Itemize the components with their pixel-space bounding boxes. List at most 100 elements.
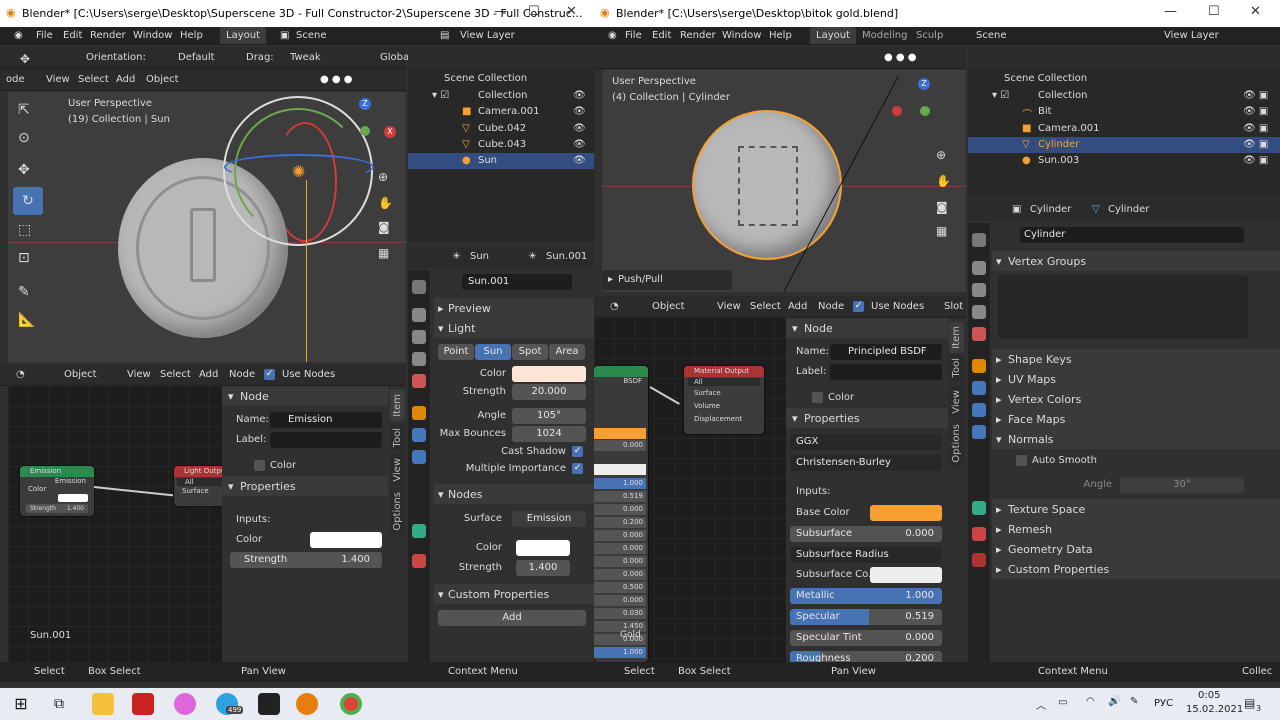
app-red-icon[interactable] <box>132 693 154 715</box>
light-panel[interactable]: ▾ Light <box>434 318 594 338</box>
move-tool-icon[interactable]: ✥ <box>20 52 30 66</box>
scene-tab-icon[interactable] <box>412 374 426 388</box>
viewport-menu-view[interactable]: View <box>46 74 70 85</box>
pan-hand-icon[interactable]: ✋ <box>936 174 951 188</box>
cast-shadow-checkbox[interactable]: ✓ <box>572 446 583 457</box>
measure-tool-icon[interactable]: 📐 <box>18 312 35 328</box>
scene-name[interactable]: Scene <box>976 30 1007 41</box>
view-layer-name[interactable]: View Layer <box>460 30 515 41</box>
material-output-target[interactable]: All <box>688 378 760 386</box>
mesh-data-tab-icon[interactable] <box>972 501 986 515</box>
axis-y-icon[interactable] <box>920 106 930 116</box>
outliner-row[interactable]: ⌒ Bit 👁 ▣ <box>968 104 1280 121</box>
node-label-field[interactable] <box>270 432 382 448</box>
subsurface-field[interactable]: Subsurface 0.000 <box>790 526 942 542</box>
sidebar-tab-item[interactable]: Item <box>390 390 405 421</box>
outliner-row-selected[interactable]: ▽ Cylinder 👁 ▣ <box>968 137 1280 153</box>
editor-type-icon[interactable]: ◔ <box>610 301 619 312</box>
node-menu-select[interactable]: Select <box>750 301 781 312</box>
node-label-field[interactable] <box>830 364 942 380</box>
rotate-tool-icon[interactable]: ↻ <box>13 187 43 215</box>
sidebar-tab-tool[interactable]: Tool <box>949 354 964 382</box>
output-tab-icon[interactable] <box>972 283 986 297</box>
light-type-area[interactable]: Area <box>549 344 585 360</box>
transform-dropdown[interactable]: Globa <box>380 52 409 63</box>
visibility-eye-icon[interactable]: 👁 ▣ <box>1243 90 1268 101</box>
light-type-sun[interactable]: Sun <box>475 344 511 360</box>
bsdf-slot-0[interactable]: 0.000 <box>594 440 646 451</box>
bsdf-slot-11[interactable]: 0.030 <box>594 608 646 619</box>
slot-dropdown[interactable]: Slot <box>944 301 963 312</box>
shading-solid-icon[interactable]: ● ● ● <box>884 52 917 63</box>
viewport-menu-object[interactable]: Object <box>146 74 179 85</box>
bsdf-slot-8[interactable]: 0.000 <box>594 569 646 580</box>
base-color-swatch[interactable] <box>870 505 942 521</box>
clock-date[interactable]: 15.02.2021 <box>1186 704 1243 715</box>
node-menu-add[interactable]: Add <box>788 301 807 312</box>
principled-bsdf-node[interactable]: BSDF 0.000 1.000 0.519 0.000 0.200 0.000… <box>594 366 648 662</box>
menu-window[interactable]: Window <box>722 30 761 41</box>
texture-tab-icon[interactable] <box>972 553 986 567</box>
outliner-row[interactable]: ■ Camera.001 👁 <box>408 104 594 120</box>
base-color-swatch[interactable] <box>594 428 646 439</box>
world-tab-icon[interactable] <box>412 406 426 420</box>
preview-panel[interactable]: ▸ Preview <box>434 298 594 318</box>
axis-z-icon[interactable]: Z <box>918 78 930 90</box>
custom-properties-panel[interactable]: ▾ Custom Properties <box>434 584 594 604</box>
scene-icon[interactable]: ▣ <box>280 30 289 41</box>
light-color-swatch[interactable] <box>512 366 586 382</box>
node-menu-node[interactable]: Node <box>818 301 844 312</box>
left-3d-viewport[interactable]: User Perspective (19) Collection | Sun ✺… <box>8 92 406 362</box>
camera-view-icon[interactable]: ◙ <box>936 200 948 214</box>
menu-edit[interactable]: Edit <box>652 30 671 41</box>
shape-keys-panel[interactable]: ▸ Shape Keys <box>992 349 1280 369</box>
axis-y-icon[interactable] <box>360 126 370 136</box>
view-layer-name[interactable]: View Layer <box>1164 30 1219 41</box>
blender-menu-icon[interactable]: ◉ <box>608 30 617 41</box>
menu-edit[interactable]: Edit <box>63 30 82 41</box>
outliner-scene-collection[interactable]: Scene Collection <box>408 71 594 87</box>
network-icon[interactable]: ▭ <box>1058 697 1067 708</box>
menu-file[interactable]: File <box>36 30 53 41</box>
particles-tab-icon[interactable] <box>972 403 986 417</box>
edit-icon[interactable]: ✎ <box>1130 696 1138 707</box>
coin-object-selected[interactable] <box>692 110 842 260</box>
node-mode-dropdown[interactable]: Object <box>64 369 97 380</box>
view-layer-tab-icon[interactable] <box>972 305 986 319</box>
operator-panel[interactable]: ▸ Push/Pull <box>602 270 732 290</box>
light-data-tab-icon[interactable] <box>412 524 426 538</box>
emission-strength-field[interactable]: Strength 1.400 <box>26 504 88 513</box>
custom-properties-panel[interactable]: ▸ Custom Properties <box>992 559 1280 579</box>
outliner-row[interactable]: ▾ ☑ Collection 👁 <box>408 88 594 104</box>
light-strength-field[interactable]: 20.000 <box>512 384 586 400</box>
auto-smooth-angle-field[interactable]: 30° <box>1120 477 1244 493</box>
light-type-spot[interactable]: Spot <box>512 344 548 360</box>
auto-smooth-checkbox[interactable] <box>1016 455 1027 466</box>
modifier-tab-icon[interactable] <box>972 381 986 395</box>
editor-type-icon[interactable]: ◔ <box>16 369 25 380</box>
close-icon[interactable]: ✕ <box>566 4 577 19</box>
left-node-canvas[interactable]: Emission Emission Color Strength 1.400 L… <box>8 386 234 662</box>
move-tool-icon-2[interactable]: ✥ <box>18 162 30 178</box>
multiple-importance-checkbox[interactable]: ✓ <box>572 463 583 474</box>
shading-solid-icon[interactable]: ● ● ● <box>320 74 353 85</box>
input-strength-field[interactable]: Strength 1.400 <box>230 552 382 568</box>
outliner-row[interactable]: ▽ Cube.043 👁 <box>408 137 594 153</box>
node-color-swatch[interactable] <box>516 540 570 556</box>
specular-field[interactable]: Specular 0.519 <box>790 609 942 625</box>
surface-shader-button[interactable]: Emission <box>512 511 586 527</box>
transform-tool-icon[interactable]: ⊡ <box>18 250 30 266</box>
bsdf-slot-9[interactable]: 0.500 <box>594 582 646 593</box>
output-tab-icon[interactable] <box>412 330 426 344</box>
view-layer-icon[interactable]: ▤ <box>440 30 449 41</box>
tab-layout[interactable]: Layout <box>810 27 856 44</box>
light-angle-field[interactable]: 105° <box>512 408 586 424</box>
sun-light-icon[interactable]: ✺ <box>292 162 305 181</box>
bsdf-slot-6[interactable]: 0.000 <box>594 543 646 554</box>
maximize-icon[interactable]: ☐ <box>528 4 540 19</box>
outliner-row[interactable]: ■ Camera.001 👁 ▣ <box>968 121 1280 137</box>
outliner-row-selected[interactable]: ● Sun 👁 <box>408 153 594 169</box>
node-name-field[interactable]: Principled BSDF <box>830 344 942 360</box>
use-nodes-checkbox[interactable]: ✓ <box>264 369 275 380</box>
physics-tab-icon[interactable] <box>972 425 986 439</box>
